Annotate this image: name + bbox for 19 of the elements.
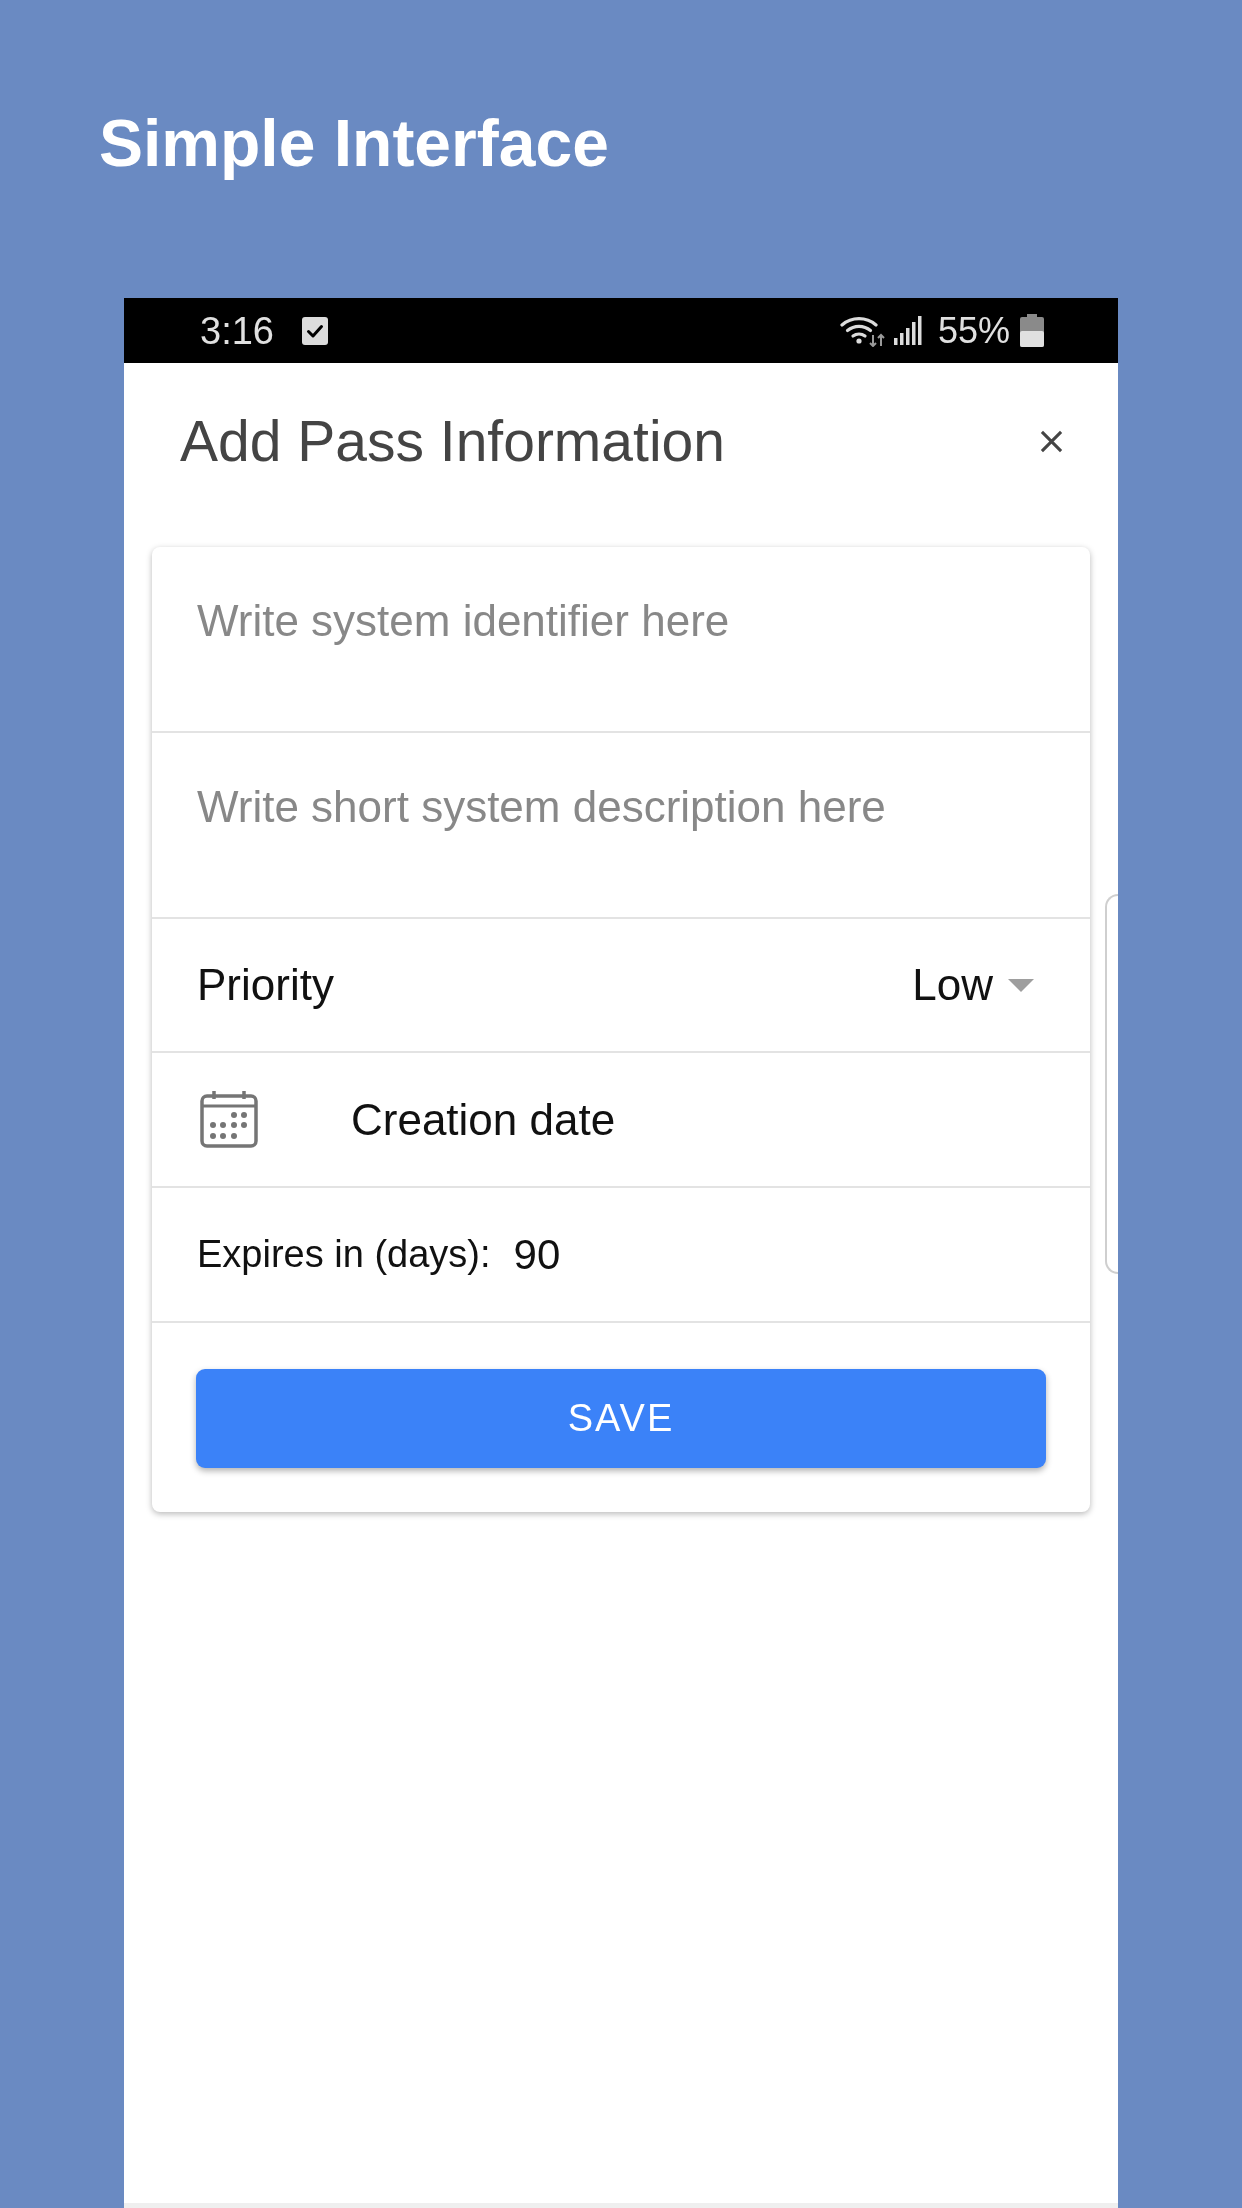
battery-icon (1020, 314, 1044, 347)
save-button[interactable]: SAVE (196, 1369, 1046, 1468)
check-square-icon (301, 316, 328, 345)
date-picker-button[interactable]: Creation date (200, 1089, 616, 1150)
days-input[interactable]: 90 (513, 1226, 594, 1283)
priority-select[interactable]: Low (912, 955, 1034, 1015)
close-button[interactable] (1040, 429, 1063, 453)
battery-percentage: 55% (937, 312, 1010, 349)
text-input[interactable]: Write short system description here (197, 777, 1045, 837)
caret-down-icon (1008, 978, 1034, 992)
text-input[interactable]: Write system identifier here (197, 591, 1045, 651)
field-label: Priority (197, 959, 334, 1011)
status-time: 3:16 (200, 311, 274, 350)
calendar-icon (200, 1091, 258, 1148)
dialog-title: Add Pass Information (180, 412, 725, 470)
wifi-icon (839, 314, 886, 347)
signal-bars-icon (893, 316, 923, 345)
field-label: Expires in (days): (197, 1232, 491, 1277)
close-icon (1040, 429, 1063, 453)
